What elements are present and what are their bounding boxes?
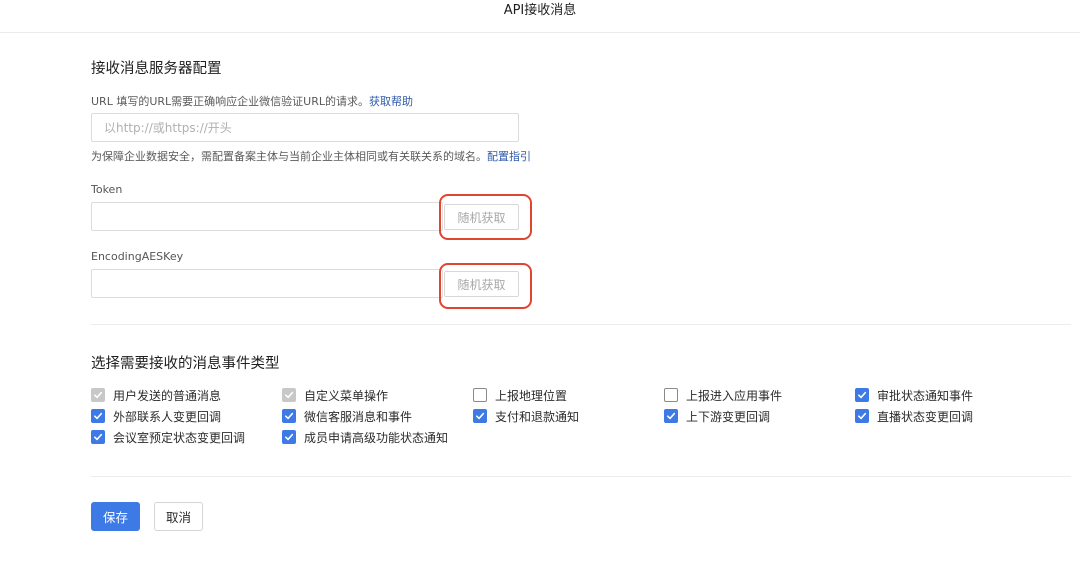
server-config-heading: 接收消息服务器配置 xyxy=(91,61,222,77)
url-input-placeholder: 以http://或https://开头 xyxy=(104,121,232,135)
checkbox-checked-icon[interactable] xyxy=(282,409,296,423)
event-checkbox-item: 自定义菜单操作 xyxy=(282,387,473,403)
aes-random-button[interactable]: 随机获取 xyxy=(444,271,519,297)
event-label: 直播状态变更回调 xyxy=(877,409,974,424)
event-label: 会议室预定状态变更回调 xyxy=(113,430,246,445)
event-checkbox-item[interactable]: 上报进入应用事件 xyxy=(664,387,855,403)
checkbox-checked-icon[interactable] xyxy=(282,430,296,444)
token-random-button[interactable]: 随机获取 xyxy=(444,204,519,230)
checkbox-checked-icon[interactable] xyxy=(91,430,105,444)
event-checkbox-item[interactable]: 上下游变更回调 xyxy=(664,408,855,424)
events-heading: 选择需要接收的消息事件类型 xyxy=(91,356,280,372)
event-label: 成员申请高级功能状态通知 xyxy=(304,430,449,445)
checkbox-checked-icon[interactable] xyxy=(91,409,105,423)
checkbox-checked-icon[interactable] xyxy=(855,409,869,423)
event-label: 支付和退款通知 xyxy=(495,409,580,424)
event-checkbox-item[interactable]: 支付和退款通知 xyxy=(473,408,664,424)
event-checkbox-item[interactable]: 审批状态通知事件 xyxy=(855,387,1046,403)
cancel-button[interactable]: 取消 xyxy=(154,502,203,531)
token-label: Token xyxy=(91,183,123,196)
event-checkbox-item: 用户发送的普通消息 xyxy=(91,387,282,403)
checkbox-checked-icon[interactable] xyxy=(664,409,678,423)
checkbox-unchecked-icon[interactable] xyxy=(473,388,487,402)
event-checkbox-item[interactable]: 上报地理位置 xyxy=(473,387,664,403)
event-checkbox-item[interactable]: 直播状态变更回调 xyxy=(855,408,1046,424)
url-input[interactable]: 以http://或https://开头 xyxy=(91,113,519,142)
event-label: 微信客服消息和事件 xyxy=(304,409,413,424)
domain-hint-text: 为保障企业数据安全，需配置备案主体与当前企业主体相同或有关联关系的域名。 xyxy=(91,150,487,163)
event-label: 自定义菜单操作 xyxy=(304,388,389,403)
events-grid: 用户发送的普通消息 自定义菜单操作 上报地理位置 上报进入应用事件 审批状态通知事件外部… xyxy=(91,387,1071,445)
event-label: 上下游变更回调 xyxy=(686,409,771,424)
event-checkbox-item[interactable]: 外部联系人变更回调 xyxy=(91,408,282,424)
event-checkbox-item[interactable]: 成员申请高级功能状态通知 xyxy=(282,429,473,445)
event-checkbox-item[interactable]: 微信客服消息和事件 xyxy=(282,408,473,424)
checkbox-unchecked-icon[interactable] xyxy=(664,388,678,402)
aes-key-label: EncodingAESKey xyxy=(91,250,184,263)
section-divider xyxy=(91,324,1071,325)
domain-hint: 为保障企业数据安全，需配置备案主体与当前企业主体相同或有关联关系的域名。配置指引 xyxy=(91,148,531,164)
event-label: 用户发送的普通消息 xyxy=(113,388,222,403)
event-label: 外部联系人变更回调 xyxy=(113,409,222,424)
window-title: API接收消息 xyxy=(503,3,577,18)
url-hint-text: URL 填写的URL需要正确响应企业微信验证URL的请求。 xyxy=(91,95,369,108)
checkbox-checked-icon[interactable] xyxy=(473,409,487,423)
event-label: 审批状态通知事件 xyxy=(877,388,974,403)
url-help-link[interactable]: 获取帮助 xyxy=(369,95,413,108)
token-input[interactable] xyxy=(91,202,443,231)
url-hint: URL 填写的URL需要正确响应企业微信验证URL的请求。获取帮助 xyxy=(91,93,413,109)
save-button[interactable]: 保存 xyxy=(91,502,140,531)
window-title-bar: API接收消息 xyxy=(0,0,1080,33)
event-label: 上报地理位置 xyxy=(495,388,568,403)
checkbox-checked-icon xyxy=(91,388,105,402)
checkbox-checked-icon xyxy=(282,388,296,402)
aes-key-input[interactable] xyxy=(91,269,443,298)
event-label: 上报进入应用事件 xyxy=(686,388,783,403)
actions-divider xyxy=(91,476,1071,477)
domain-guide-link[interactable]: 配置指引 xyxy=(487,150,531,163)
checkbox-checked-icon[interactable] xyxy=(855,388,869,402)
event-checkbox-item[interactable]: 会议室预定状态变更回调 xyxy=(91,429,282,445)
